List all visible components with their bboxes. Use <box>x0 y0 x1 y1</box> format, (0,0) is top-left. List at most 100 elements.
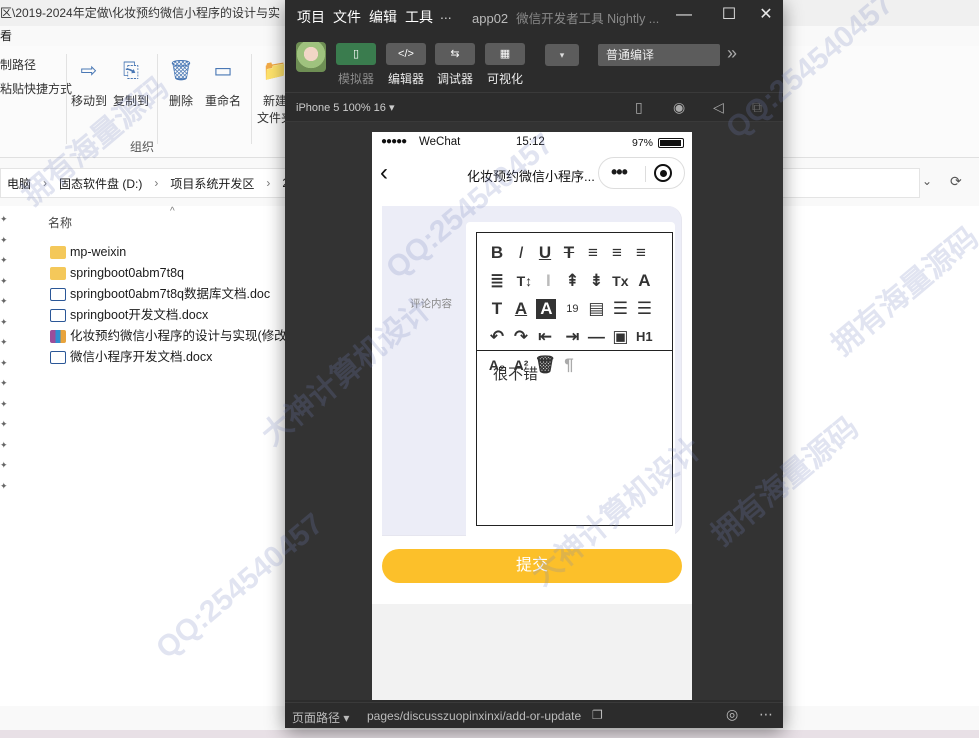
pin-icon[interactable]: ✦ <box>0 419 10 440</box>
heading-icon[interactable]: H1 <box>632 323 656 351</box>
pin-icon[interactable]: ✦ <box>0 337 10 358</box>
copy-icon[interactable]: ❐ <box>592 708 603 722</box>
visualize-button[interactable]: ▦ 可视化 <box>485 43 525 87</box>
rename-button[interactable]: ▭ 重命名 <box>198 58 248 109</box>
pin-icon[interactable]: ✦ <box>0 460 10 481</box>
more-dots-icon[interactable]: ••• <box>611 162 628 183</box>
align-center-icon[interactable]: ≡ <box>605 239 629 267</box>
taskbar <box>0 730 979 738</box>
eye-icon[interactable]: ◎ <box>726 706 738 723</box>
align-justify-icon[interactable]: ≣ <box>485 267 509 295</box>
pin-icon[interactable]: ✦ <box>0 378 10 399</box>
double-chevron-right-icon[interactable]: » <box>727 43 737 64</box>
undo-icon[interactable]: ↶ <box>485 323 509 351</box>
bold-icon[interactable]: B <box>485 239 509 267</box>
battery-icon <box>658 138 684 148</box>
submit-button[interactable]: 提交 <box>382 549 682 583</box>
pin-icon[interactable]: ✦ <box>0 235 10 256</box>
page-path-label[interactable]: 页面路径 ▾ <box>292 709 349 726</box>
minimize-icon[interactable]: — <box>669 4 699 26</box>
pin-icon[interactable]: ✦ <box>0 481 10 502</box>
font-color-icon[interactable]: A <box>509 295 533 323</box>
indent-icon[interactable]: ⇥ <box>560 323 584 351</box>
calendar-icon[interactable]: 19 <box>560 295 584 323</box>
pin-icon[interactable]: ✦ <box>0 255 10 276</box>
strikethrough-icon[interactable]: T <box>557 239 581 267</box>
background-color-icon[interactable]: A <box>536 299 557 319</box>
pin-icon[interactable]: ✦ <box>0 296 10 317</box>
menu-more[interactable]: ... <box>440 6 452 22</box>
file-row[interactable]: mp-weixin <box>50 242 294 263</box>
redo-icon[interactable]: ↷ <box>509 323 533 351</box>
rich-text-editor[interactable]: B I U T ≡ ≡ ≡≣ T↕ I ⇞ ⇟ Tx AT A A 19 ▤ ☰ ☰↶ ↷ ⇤ ⇥ — ▣ H1A₂ A² 🗑… <box>476 232 673 526</box>
compile-dropdown-icon[interactable]: ▾ <box>545 44 579 66</box>
editor-button[interactable]: </> 编辑器 <box>386 43 426 87</box>
pin-icon[interactable]: ✦ <box>0 317 10 338</box>
pin-icon[interactable]: ✦ <box>0 440 10 461</box>
align-right-icon[interactable]: ≡ <box>629 239 653 267</box>
page-path-value: pages/discusszuopinxinxi/add-or-update <box>367 709 582 723</box>
ordered-list-icon[interactable]: ☰ <box>608 295 632 323</box>
line-height-icon[interactable]: T↕ <box>512 267 536 295</box>
window-icon[interactable]: ⧉ <box>752 99 762 116</box>
underline-icon[interactable]: U <box>533 239 557 267</box>
close-icon[interactable]: ✕ <box>751 4 781 26</box>
pin-icon[interactable]: ✦ <box>0 358 10 379</box>
app-name: app02 <box>472 11 509 26</box>
address-dropdown-chevron-icon[interactable]: ⌄ <box>922 174 932 188</box>
back-icon[interactable]: ‹ <box>380 160 388 186</box>
italic-icon[interactable]: I <box>509 239 533 267</box>
copy-to-button[interactable]: ⎘ 复制到 <box>106 58 156 109</box>
breadcrumb-project-folder[interactable]: 项目系统开发区 <box>164 175 260 192</box>
device-select[interactable]: iPhone 5 100% 16 ▾ <box>296 101 394 114</box>
record-icon[interactable]: ◉ <box>673 99 685 116</box>
copy-to-label: 复制到 <box>112 94 149 108</box>
editor-content[interactable]: 很不错 <box>493 363 538 384</box>
file-row[interactable]: springboot0abm7t8q <box>50 263 294 284</box>
image-icon[interactable]: ▣ <box>608 323 632 351</box>
phone-outline-icon[interactable]: ▯ <box>635 99 643 116</box>
margin-bottom-icon[interactable]: ⇟ <box>584 267 608 295</box>
menu-edit[interactable]: 编辑 <box>369 7 397 27</box>
window-title: app02 微信开发者工具 Nightly ... <box>472 8 659 27</box>
paragraph-icon[interactable]: ¶ <box>557 351 581 379</box>
divider-icon[interactable]: — <box>584 323 608 351</box>
clipboard-icon[interactable]: ▤ <box>584 295 608 323</box>
font-size-icon[interactable]: T <box>485 295 509 323</box>
clear-format-icon[interactable]: Tx <box>608 267 632 295</box>
outdent-icon[interactable]: ⇤ <box>533 323 557 351</box>
paste-shortcut-button[interactable]: 粘贴快捷方式 <box>0 80 72 97</box>
margin-top-icon[interactable]: ⇞ <box>560 267 584 295</box>
pin-icon[interactable]: ✦ <box>0 214 10 235</box>
simulator-button[interactable]: ▯ 模拟器 <box>336 43 376 87</box>
breadcrumb-drive[interactable]: 固态软件盘 (D:) <box>53 175 148 192</box>
avatar[interactable] <box>296 42 326 72</box>
menu-tools[interactable]: 工具 <box>405 7 433 27</box>
file-row[interactable]: springboot0abm7t8q数据库文档.doc <box>50 284 294 305</box>
capsule-close-icon[interactable] <box>654 164 672 182</box>
maximize-icon[interactable]: ☐ <box>714 4 744 26</box>
file-row[interactable]: springboot开发文档.docx <box>50 305 294 326</box>
new-folder-label: 新建 <box>262 94 287 108</box>
compile-mode-select[interactable]: 普通编译 <box>598 44 720 66</box>
breadcrumb-computer[interactable]: 电脑 <box>1 175 37 192</box>
letter-spacing-icon[interactable]: I <box>536 267 560 295</box>
window-subtitle: 微信开发者工具 Nightly ... <box>516 12 660 26</box>
pin-icon[interactable]: ✦ <box>0 399 10 420</box>
simulator-bar: iPhone 5 100% 16 ▾ ▯ ◉ ◁ ⧉ <box>285 92 783 122</box>
pin-icon[interactable]: ✦ <box>0 276 10 297</box>
align-left-icon[interactable]: ≡ <box>581 239 605 267</box>
refresh-icon[interactable]: ⟳ <box>950 173 962 190</box>
speaker-icon[interactable]: ◁ <box>713 99 724 116</box>
bullet-list-icon[interactable]: ☰ <box>632 295 656 323</box>
debugger-label: 调试器 <box>436 72 473 86</box>
font-family-icon[interactable]: A <box>632 267 656 295</box>
menu-project[interactable]: 项目 <box>297 7 325 27</box>
more-horizontal-icon[interactable]: ⋯ <box>759 706 773 723</box>
column-header-name[interactable]: 名称 <box>48 214 72 231</box>
file-row[interactable]: 化妆预约微信小程序的设计与实现(修改4 <box>50 326 294 347</box>
menu-file[interactable]: 文件 <box>333 7 361 27</box>
debugger-button[interactable]: ⇆ 调试器 <box>435 43 475 87</box>
copy-path-button[interactable]: 制路径 <box>0 56 36 73</box>
file-row[interactable]: 微信小程序开发文档.docx <box>50 347 294 368</box>
